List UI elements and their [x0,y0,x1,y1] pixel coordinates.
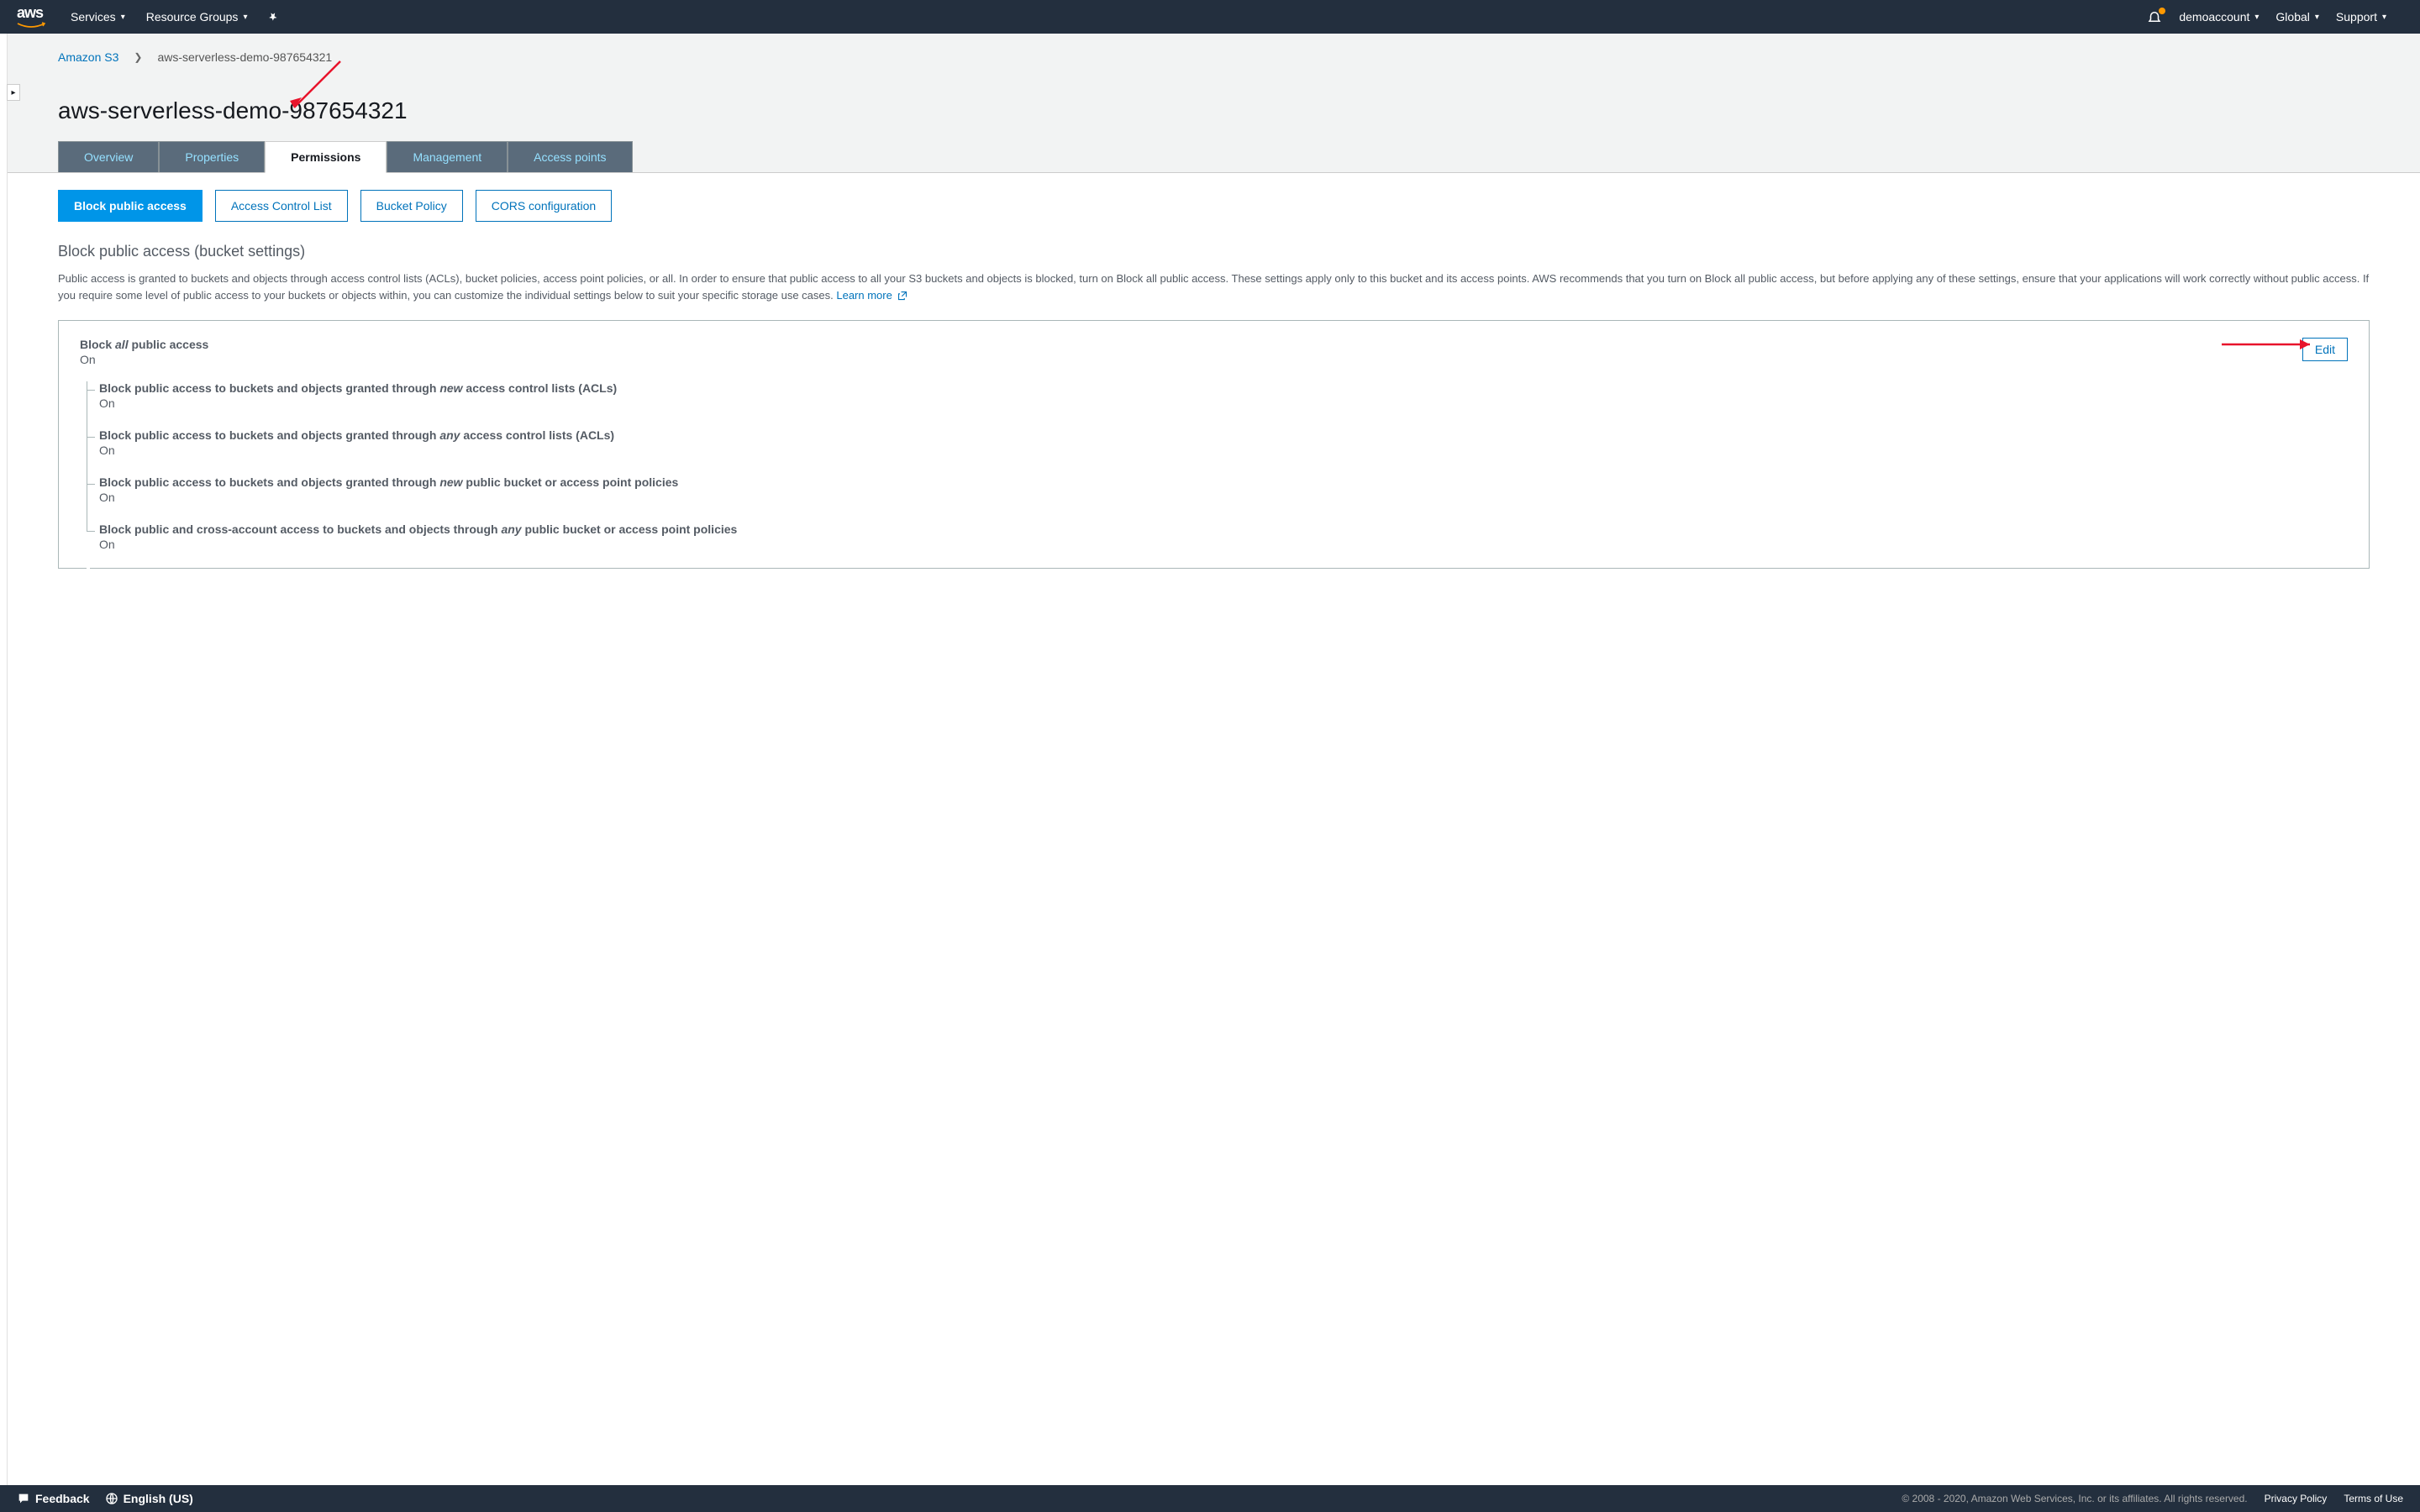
chevron-down-icon: ▾ [2315,13,2319,22]
nav-resource-groups[interactable]: Resource Groups ▾ [146,10,248,24]
content: Amazon S3 ❯ aws-serverless-demo-98765432… [7,34,2420,1487]
edit-button[interactable]: Edit [2302,338,2348,361]
learn-more-text: Learn more [836,289,892,302]
tab-access-points[interactable]: Access points [508,141,632,172]
chevron-down-icon: ▾ [243,13,247,22]
block-all-row: Block all public access On [80,338,208,366]
sidebar-toggle[interactable]: ▸ [7,84,20,101]
setting-item-new-acls: Block public access to buckets and objec… [87,381,2348,410]
nav-resource-groups-label: Resource Groups [146,10,239,24]
footer-left: Feedback English (US) [17,1492,193,1505]
nav-account-label: demoaccount [2179,10,2249,24]
copyright-text: © 2008 - 2020, Amazon Web Services, Inc.… [1902,1493,2247,1504]
external-link-icon [897,291,908,301]
speech-bubble-icon [17,1492,30,1505]
subtab-acl[interactable]: Access Control List [215,190,348,222]
terms-link[interactable]: Terms of Use [2344,1493,2403,1504]
chevron-right-icon: ❯ [134,51,142,63]
setting-item-any-acls: Block public access to buckets and objec… [87,428,2348,457]
block-all-title: Block all public access [80,338,208,351]
learn-more-link[interactable]: Learn more [836,289,908,302]
subtab-cors[interactable]: CORS configuration [476,190,613,222]
setting-title: Block public access to buckets and objec… [99,381,2348,395]
language-selector[interactable]: English (US) [105,1492,193,1505]
top-nav: aws Services ▾ Resource Groups ▾ demoacc… [0,0,2420,34]
notification-dot-icon [2159,8,2165,14]
section-description: Public access is granted to buckets and … [58,270,2370,303]
settings-header: Block all public access On Edit [80,338,2348,366]
footer-right: © 2008 - 2020, Amazon Web Services, Inc.… [1902,1493,2403,1504]
section-title: Block public access (bucket settings) [58,243,2370,260]
block-all-status: On [80,353,208,366]
aws-logo-swoosh-icon [17,22,45,30]
settings-tree: Block public access to buckets and objec… [87,381,2348,551]
section-desc-text: Public access is granted to buckets and … [58,272,2369,302]
permission-subtabs: Block public access Access Control List … [58,190,2370,222]
setting-item-new-policies: Block public access to buckets and objec… [87,475,2348,504]
page-title: aws-serverless-demo-987654321 [58,97,2370,124]
nav-services[interactable]: Services ▾ [71,10,125,24]
feedback-link[interactable]: Feedback [17,1492,90,1505]
nav-right: demoaccount ▾ Global ▾ Support ▾ [2147,9,2403,24]
header-area: Amazon S3 ❯ aws-serverless-demo-98765432… [8,34,2420,173]
nav-support-label: Support [2336,10,2377,24]
setting-item-any-policies: Block public and cross-account access to… [87,522,2348,551]
pin-icon[interactable] [268,11,280,23]
tab-management[interactable]: Management [387,141,508,172]
footer: Feedback English (US) © 2008 - 2020, Ama… [0,1485,2420,1512]
chevron-down-icon: ▾ [121,13,125,22]
setting-title: Block public access to buckets and objec… [99,475,2348,489]
nav-support[interactable]: Support ▾ [2336,10,2386,24]
main-body: Block public access Access Control List … [8,173,2420,585]
setting-status: On [99,444,2348,457]
notifications-icon[interactable] [2147,9,2162,24]
setting-status: On [99,396,2348,410]
aws-logo[interactable]: aws [17,4,45,30]
nav-account[interactable]: demoaccount ▾ [2179,10,2259,24]
language-label: English (US) [124,1492,193,1505]
chevron-down-icon: ▾ [2382,13,2386,22]
aws-logo-text: aws [17,4,45,22]
nav-services-label: Services [71,10,116,24]
breadcrumb-current: aws-serverless-demo-987654321 [157,50,332,64]
tab-permissions[interactable]: Permissions [265,141,387,173]
breadcrumb-root[interactable]: Amazon S3 [58,50,118,64]
block-public-access-settings: Block all public access On Edit Block pu… [58,320,2370,569]
chevron-down-icon: ▾ [2254,13,2259,22]
tab-overview[interactable]: Overview [58,141,159,172]
setting-title: Block public and cross-account access to… [99,522,2348,536]
tabs: Overview Properties Permissions Manageme… [8,141,2420,173]
subtab-bucket-policy[interactable]: Bucket Policy [360,190,463,222]
feedback-label: Feedback [35,1492,90,1505]
privacy-link[interactable]: Privacy Policy [2265,1493,2328,1504]
subtab-block-public-access[interactable]: Block public access [58,190,203,222]
globe-icon [105,1492,118,1505]
nav-region[interactable]: Global ▾ [2275,10,2319,24]
tab-properties[interactable]: Properties [159,141,265,172]
setting-status: On [99,538,2348,551]
breadcrumb: Amazon S3 ❯ aws-serverless-demo-98765432… [58,50,2370,64]
setting-title: Block public access to buckets and objec… [99,428,2348,442]
nav-region-label: Global [2275,10,2309,24]
setting-status: On [99,491,2348,504]
